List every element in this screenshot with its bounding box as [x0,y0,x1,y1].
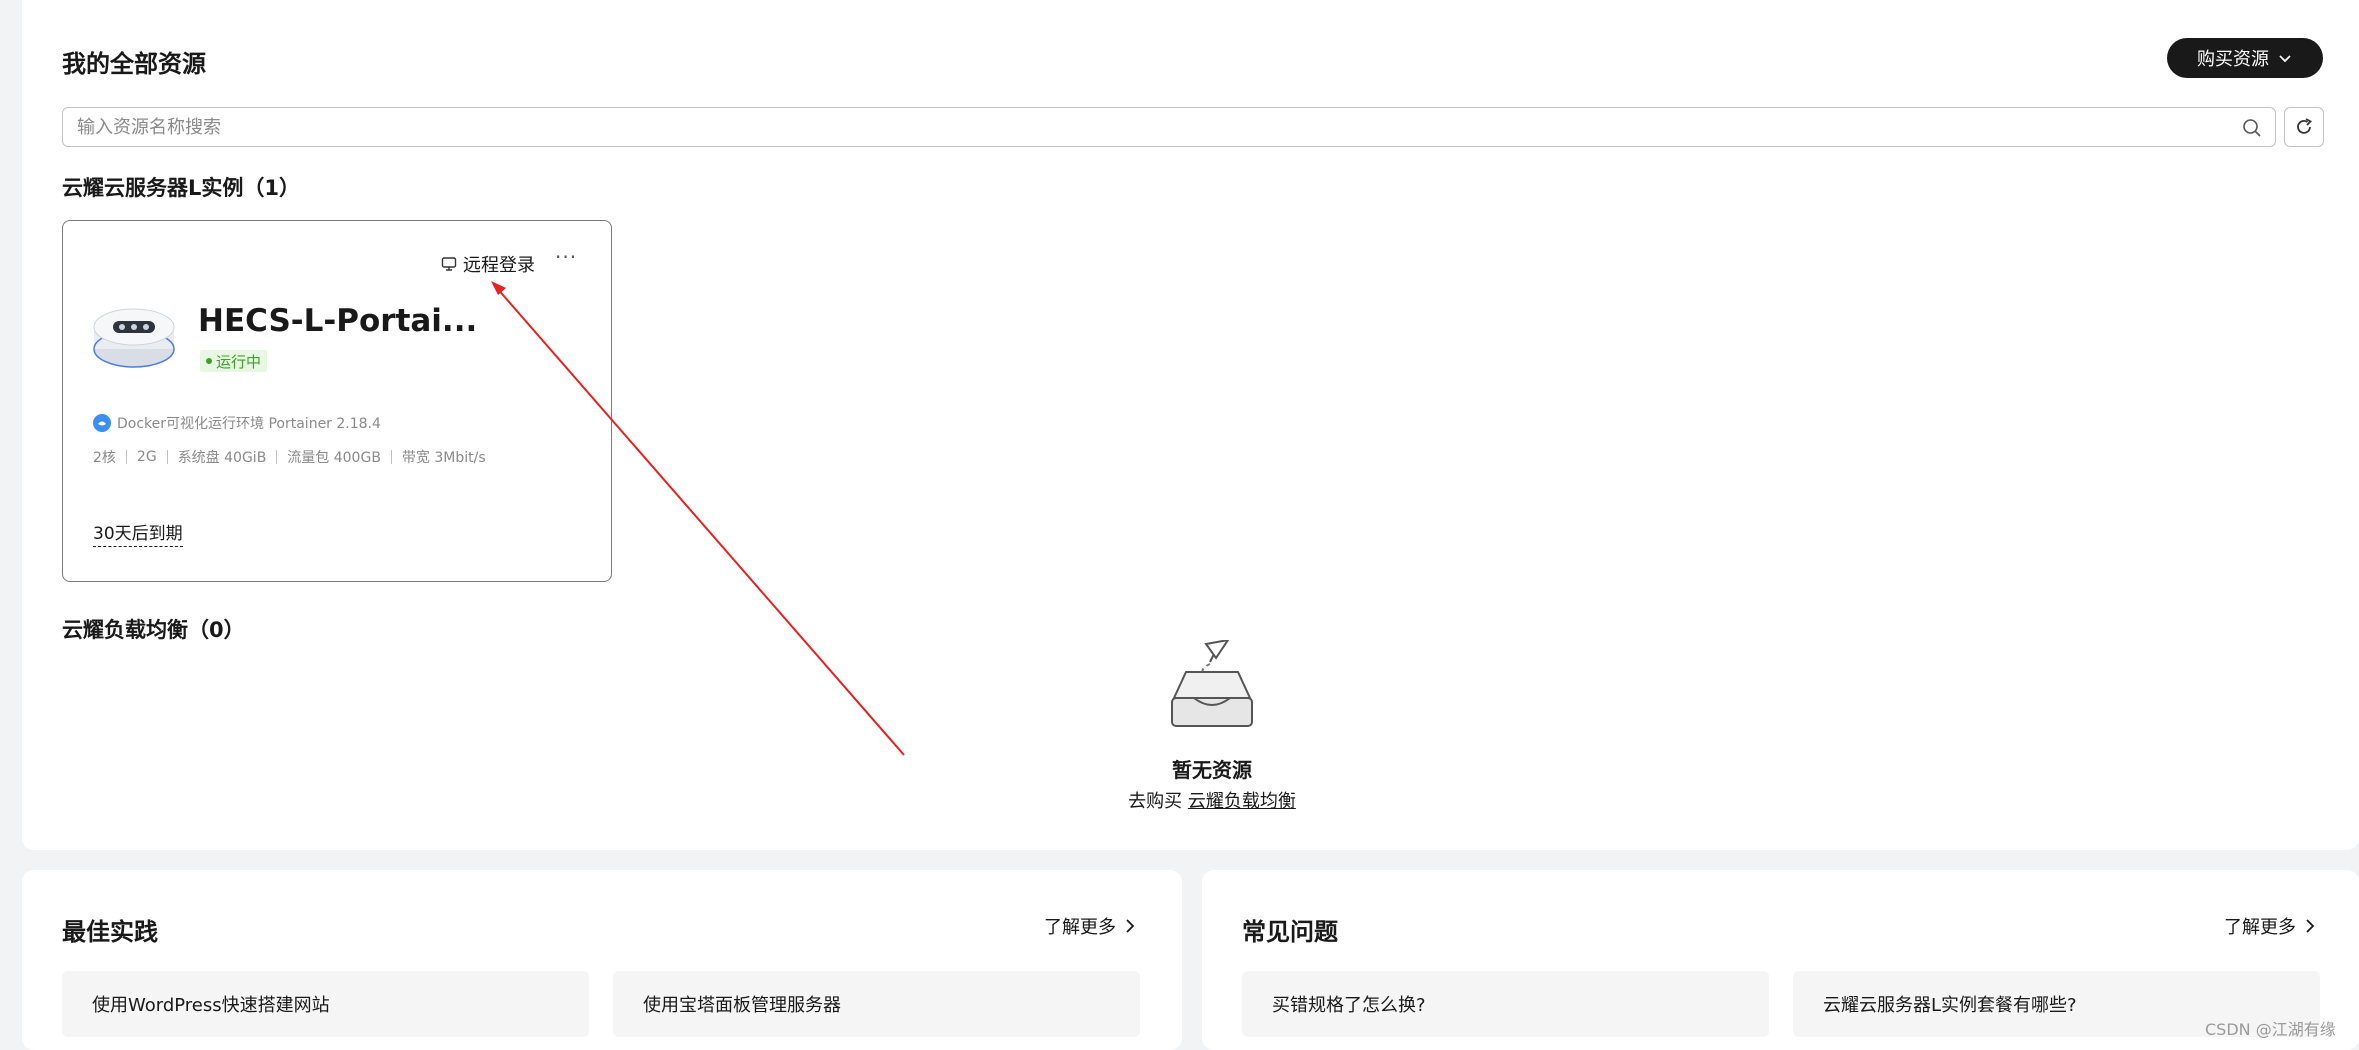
lb-section-title: 云耀负载均衡（0） [62,618,245,642]
resources-panel: 我的全部资源 购买资源 云耀云服务器L实例（1） 远程登录 ··· HECS-L… [22,0,2359,850]
search-icon[interactable] [2241,117,2263,139]
empty-title: 暂无资源 [1172,758,1252,782]
instances-section-title: 云耀云服务器L实例（1） [62,176,300,200]
status-dot [206,358,212,364]
buy-resources-label: 购买资源 [2197,49,2269,70]
remote-login-label: 远程登录 [463,255,535,276]
instance-name[interactable]: HECS-L-Portai... [198,303,477,339]
page-title: 我的全部资源 [62,50,206,78]
spec-cpu: 2核 [93,450,116,466]
server-icon [93,308,175,368]
faq-panel: 常见问题 了解更多 买错规格了怎么换? 云耀云服务器L实例套餐有哪些? [1202,870,2359,1050]
more-label: 了解更多 [2224,917,2296,938]
watermark: CSDN @江湖有缘 [2205,1020,2336,1039]
monitor-icon [441,257,457,271]
empty-prefix: 去购买 [1128,791,1183,812]
divider [276,450,278,464]
empty-subtitle: 去购买 云耀负载均衡 [1102,787,1322,813]
best-practice-title: 最佳实践 [62,918,158,946]
search-box [62,107,2276,147]
search-input[interactable] [77,108,2217,146]
spec-memory: 2G [136,449,157,465]
best-practice-item[interactable]: 使用宝塔面板管理服务器 [613,971,1140,1037]
spec-bandwidth: 带宽 3Mbit/s [401,450,486,466]
spec-traffic: 流量包 400GB [287,450,381,466]
more-icon[interactable]: ··· [555,245,577,269]
faq-item[interactable]: 买错规格了怎么换? [1242,971,1769,1037]
docker-icon [93,414,111,432]
chevron-down-icon [2279,55,2291,63]
empty-state: 暂无资源 去购买 云耀负载均衡 [1102,640,1322,813]
empty-inbox-icon [1171,640,1253,727]
faq-more-link[interactable]: 了解更多 [2224,913,2316,939]
chevron-right-icon [1126,919,1135,933]
divider [125,450,127,464]
divider [390,450,392,464]
divider [166,450,168,464]
buy-lb-link[interactable]: 云耀负载均衡 [1188,791,1296,812]
best-practice-panel: 最佳实践 了解更多 使用WordPress快速搭建网站 使用宝塔面板管理服务器 [22,870,1182,1050]
spec-line: 2核 2G 系统盘 40GiB 流量包 400GB 带宽 3Mbit/s [93,447,486,467]
best-practice-item[interactable]: 使用WordPress快速搭建网站 [62,971,589,1037]
status-badge: 运行中 [200,350,268,372]
refresh-button[interactable] [2284,107,2324,147]
refresh-icon [2297,118,2312,134]
more-label: 了解更多 [1044,917,1116,938]
image-description: Docker可视化运行环境 Portainer 2.18.4 [117,416,381,432]
instance-card[interactable]: 远程登录 ··· HECS-L-Portai... 运行中 Docker可视化运… [62,220,612,582]
status-label: 运行中 [216,352,262,371]
remote-login-button[interactable]: 远程登录 [441,251,535,277]
faq-title: 常见问题 [1242,918,1338,946]
image-info: Docker可视化运行环境 Portainer 2.18.4 [93,413,381,433]
buy-resources-button[interactable]: 购买资源 [2167,38,2323,78]
expire-text[interactable]: 30天后到期 [93,519,183,547]
spec-disk: 系统盘 40GiB [177,450,267,466]
best-practice-more-link[interactable]: 了解更多 [1044,913,1136,939]
chevron-right-icon [2306,919,2315,933]
